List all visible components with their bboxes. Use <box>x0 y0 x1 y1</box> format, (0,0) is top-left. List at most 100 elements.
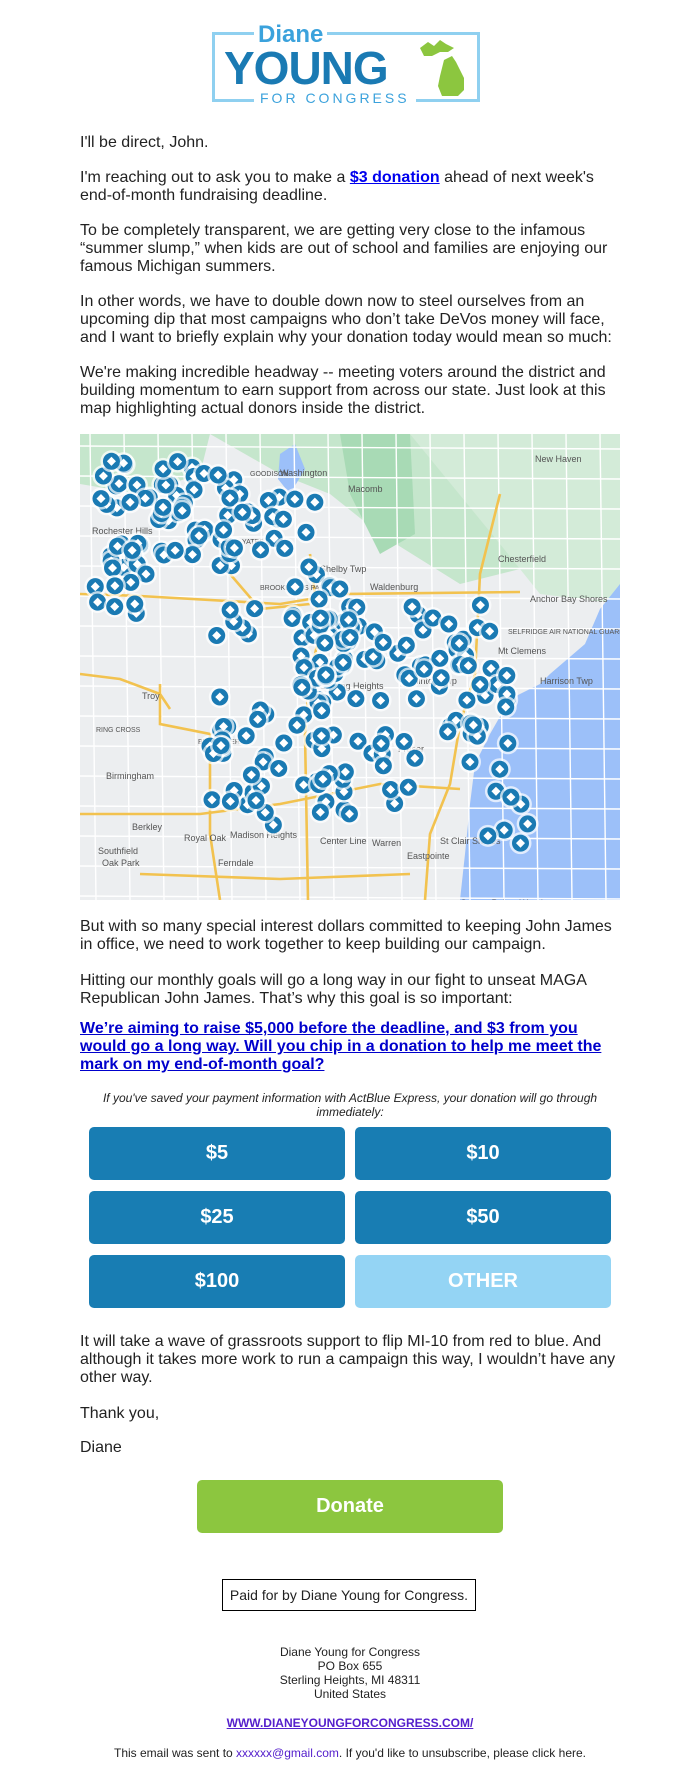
donor-map-pin-icon <box>207 464 230 487</box>
donate-50-button[interactable]: $50 <box>355 1191 611 1244</box>
sent-to-text: This email was sent to <box>113 1746 237 1760</box>
donor-map-pin-icon <box>401 595 424 618</box>
donor-map-pin-icon <box>430 666 453 689</box>
donor-map-pin-icon <box>308 588 331 611</box>
donate-100-button[interactable]: $100 <box>89 1255 345 1308</box>
donor-map-pin-icon <box>164 539 187 562</box>
donor-map-pin-icon <box>469 594 492 617</box>
donor-map-pin-icon <box>338 802 361 825</box>
donor-map-pin-icon <box>100 450 123 473</box>
donor-map-pin-icon <box>89 487 112 510</box>
map-label: Chesterfield <box>498 554 546 564</box>
actblue-express-note: If you've saved your payment information… <box>102 1091 598 1119</box>
donor-map-pin-icon <box>273 537 296 560</box>
paragraph-donation-ask: I'm reaching out to ask you to make a $3… <box>80 169 620 205</box>
unsubscribe-text[interactable]: . If you'd like to unsubscribe, please c… <box>339 1746 586 1760</box>
map-label: Waldenburg <box>370 582 418 592</box>
donor-map-pin-icon <box>103 595 126 618</box>
map-label: Grosse Pointe Woods <box>460 898 548 900</box>
donor-map-pin-icon <box>488 758 511 781</box>
donor-map-pin-icon <box>240 763 263 786</box>
map-label: Oak Park <box>102 858 140 868</box>
donor-map-pin-icon <box>372 631 395 654</box>
map-label: Troy <box>142 691 160 701</box>
donor-map-pin-icon <box>457 654 480 677</box>
donor-map-pin-icon <box>344 687 367 710</box>
goal-donation-link[interactable]: We’re aiming to raise $5,000 before the … <box>80 1020 620 1074</box>
donate-5-button[interactable]: $5 <box>89 1127 345 1180</box>
map-label: Mt Clemens <box>498 646 547 656</box>
donor-map-pin-icon <box>121 539 144 562</box>
donor-map-pin-icon <box>267 757 290 780</box>
address-org: Diane Young for Congress <box>279 1645 421 1659</box>
logo-last-name: YOUNG <box>224 42 389 94</box>
donor-map-pin-icon <box>405 687 428 710</box>
donor-map-pin-icon <box>437 612 460 635</box>
donor-map-pin-icon <box>310 724 333 747</box>
recipient-email[interactable]: xxxxxx@gmail.com <box>236 1746 339 1760</box>
three-dollar-donation-link[interactable]: $3 donation <box>350 169 440 186</box>
donor-map-pin-icon <box>313 632 336 655</box>
address-city: Sterling Heights, MI 48311 <box>279 1673 421 1687</box>
donor-map-pin-icon <box>235 724 258 747</box>
donor-map-pin-icon <box>370 732 393 755</box>
donor-map-pin-icon <box>478 620 501 643</box>
donor-map-pin-icon <box>339 626 362 649</box>
signoff: Thank you, <box>80 1405 160 1422</box>
donor-map-pin-icon <box>119 491 142 514</box>
donor-map-pin-icon <box>209 734 232 757</box>
donor-map-pin-icon <box>103 574 126 597</box>
donor-map-pin-icon <box>476 824 499 847</box>
map-label: Madison Heights <box>230 830 298 840</box>
map-label: Center Line <box>320 836 367 846</box>
map-label: Anchor Bay Shores <box>530 594 608 604</box>
donor-map-pin-icon <box>469 673 492 696</box>
map-label: Eastpointe <box>407 851 450 861</box>
paragraph-double-down: In other words, we have to double down n… <box>80 293 612 346</box>
donor-map-pin-icon <box>171 499 194 522</box>
paragraph-monthly-goals: Hitting our monthly goals will go a long… <box>80 972 587 1007</box>
map-label: RING CROSS <box>96 727 141 734</box>
map-label: Southfield <box>98 846 138 856</box>
donor-map: GOODISONWashingtonNew HavenMacombYATESSh… <box>80 434 620 900</box>
donor-map-pin-icon <box>311 768 334 791</box>
donor-map-pin-icon <box>499 786 522 809</box>
p1-text-before: I'm reaching out to ask you to make a <box>80 169 350 186</box>
donor-map-pin-icon <box>309 607 332 630</box>
donor-map-pin-icon <box>245 789 268 812</box>
donor-map-pin-icon <box>205 624 228 647</box>
donor-map-pin-icon <box>219 598 242 621</box>
email-body: I'll be direct, John. I'm reaching out t… <box>80 134 620 435</box>
map-label: Berkley <box>132 822 163 832</box>
donor-map-pin-icon <box>295 521 318 544</box>
donor-map-pin-icon <box>123 593 146 616</box>
unsubscribe-note: This email was sent to xxxxxx@gmail.com.… <box>0 1746 700 1760</box>
map-label: Harrison Twp <box>540 676 593 686</box>
map-label: Macomb <box>348 484 383 494</box>
map-label: Washington <box>280 468 327 478</box>
paid-for-disclaimer: Paid for by Diane Young for Congress. <box>222 1579 476 1611</box>
donor-map-pin-icon <box>272 508 295 531</box>
address-po-box: PO Box 655 <box>317 1659 383 1673</box>
donate-25-button[interactable]: $25 <box>89 1191 345 1244</box>
donor-map-pin-icon <box>436 720 459 743</box>
map-label: Royal Oak <box>184 833 227 843</box>
donor-map-pin-icon <box>309 801 332 824</box>
donate-other-button[interactable]: OTHER <box>355 1255 611 1308</box>
donor-map-pin-icon <box>208 686 231 709</box>
donor-map-pin-icon <box>219 790 242 813</box>
donate-button[interactable]: Donate <box>197 1480 503 1533</box>
map-label: SELFRIDGE AIR NATIONAL GUARD BASE <box>508 629 620 636</box>
campaign-website-link[interactable]: WWW.DIANEYOUNGFORCONGRESS.COM/ <box>0 1716 700 1730</box>
donor-map-pin-icon <box>272 732 295 755</box>
donor-map-pin-icon <box>166 450 189 473</box>
donor-map-pin-icon <box>496 732 519 755</box>
greeting: I'll be direct, John. <box>80 134 209 151</box>
donor-map-pin-icon <box>448 632 471 655</box>
donor-map-pin-icon <box>283 488 306 511</box>
donor-map-pin-icon <box>303 491 326 514</box>
signature: Diane <box>80 1439 122 1456</box>
donate-10-button[interactable]: $10 <box>355 1127 611 1180</box>
donor-map-pin-icon <box>369 689 392 712</box>
map-label: Ferndale <box>218 858 254 868</box>
